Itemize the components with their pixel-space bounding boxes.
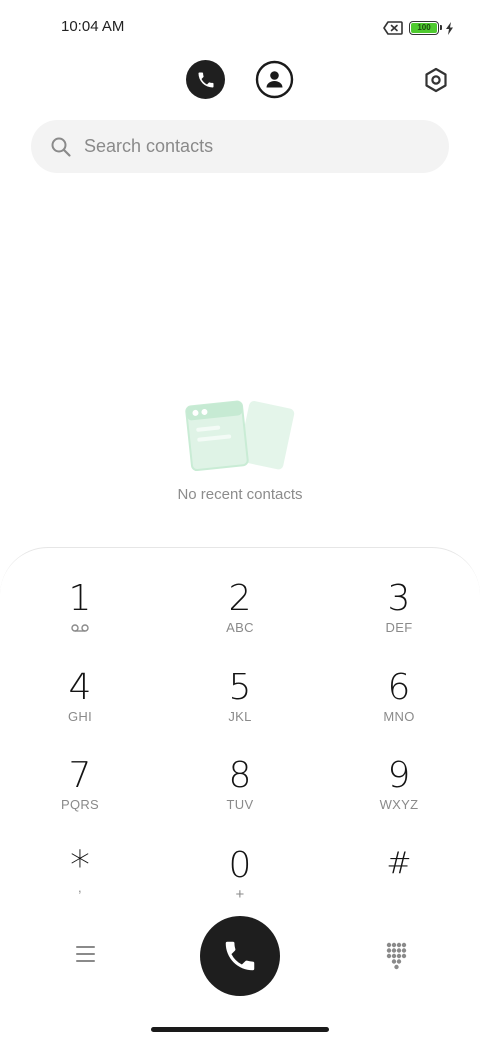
dial-key-hash[interactable]: # [339,844,459,922]
dial-key-star[interactable]: * , [20,846,140,924]
search-icon [51,137,71,157]
dial-key-0[interactable]: 0 + [180,846,300,924]
key-digit: 7 [68,755,92,796]
charging-bolt-icon [446,21,453,35]
key-letters: WXYZ [379,797,419,812]
dial-key-6[interactable]: 6 MNO [339,668,459,746]
dial-key-4[interactable]: 4 GHI [20,668,140,746]
contact-cards-illustration [185,400,295,472]
key-letters: , [78,880,82,895]
dial-key-1[interactable]: 1 [20,579,140,657]
dial-key-8[interactable]: 8 TUV [180,756,300,834]
key-letters: JKL [228,709,252,724]
key-digit: # [386,846,412,881]
dial-key-2[interactable]: 2 ABC [180,579,300,657]
key-digit: 6 [387,667,411,708]
search-input[interactable]: Search contacts [31,120,449,173]
status-time: 10:04 AM [61,18,125,35]
key-digit: 0 [228,845,252,886]
key-digit: 5 [228,667,252,708]
no-sim-icon [383,21,403,35]
key-letters: DEF [385,620,413,635]
dial-key-5[interactable]: 5 JKL [180,668,300,746]
status-icons: 100 [383,18,454,38]
status-bar: 10:04 AM 100 [0,0,480,56]
dialpad-icon [386,942,407,970]
key-digit: 3 [387,578,411,619]
dial-key-9[interactable]: 9 WXYZ [339,756,459,834]
key-digit: 8 [228,755,252,796]
key-digit: 9 [387,755,411,796]
key-digit: 1 [68,578,92,619]
battery-level: 100 [411,23,437,33]
dial-key-3[interactable]: 3 DEF [339,579,459,657]
key-letters: TUV [226,797,254,812]
key-digit: 2 [228,578,252,619]
call-button[interactable] [200,916,280,996]
contacts-icon [255,60,294,99]
key-letters: MNO [383,709,415,724]
menu-icon [75,945,95,948]
key-letters: + [235,886,245,903]
battery-icon: 100 [409,21,442,35]
tab-recents[interactable] [186,60,225,99]
home-indicator[interactable] [151,1027,329,1032]
empty-state-message: No recent contacts [177,486,303,503]
phone-icon [198,72,213,87]
tab-contacts[interactable] [255,60,294,99]
dial-key-7[interactable]: 7 PQRS [20,756,140,834]
search-placeholder: Search contacts [84,136,214,156]
settings-button[interactable] [422,66,450,94]
key-letters: PQRS [60,797,100,812]
key-digit: 4 [68,667,92,708]
key-letters: GHI [67,709,92,724]
dialpad-toggle-button[interactable] [382,940,410,970]
menu-button[interactable] [71,940,99,968]
key-letters: ABC [226,620,254,635]
settings-icon [425,67,447,93]
phone-icon [225,941,255,971]
voicemail-icon [71,624,89,632]
